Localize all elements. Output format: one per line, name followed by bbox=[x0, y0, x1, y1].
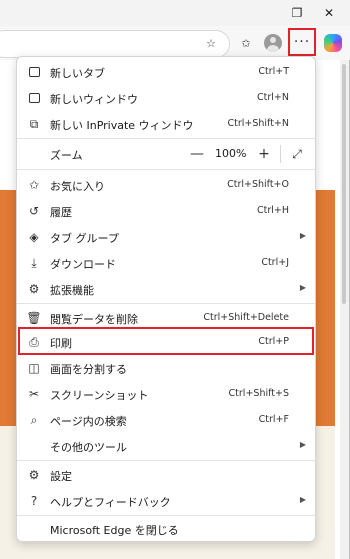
favorites-icon[interactable]: ✩ bbox=[233, 30, 259, 56]
menu-item-tab-groups[interactable]: ◈ タブ グループ ▶ bbox=[17, 224, 315, 250]
history-icon: ↺ bbox=[28, 204, 40, 218]
menu-item-shortcut: Ctrl+Shift+N bbox=[227, 118, 289, 129]
add-favorite-star-icon[interactable]: ☆ bbox=[198, 30, 224, 56]
menu-separator bbox=[17, 460, 315, 461]
menu-item-label: 閲覧データを削除 bbox=[50, 313, 138, 326]
menu-item-shortcut: Ctrl+J bbox=[261, 257, 289, 268]
gear-icon: ⚙ bbox=[28, 468, 40, 482]
menu-item-label: 履歴 bbox=[50, 206, 72, 219]
download-icon: ⤓ bbox=[31, 255, 37, 270]
scrollbar-thumb[interactable] bbox=[342, 64, 346, 304]
menu-item-zoom: ズーム — 100% + ⤢ bbox=[17, 141, 315, 167]
inprivate-icon: ⧉ bbox=[29, 116, 39, 131]
chevron-right-icon: ▶ bbox=[299, 231, 306, 240]
menu-item-find-on-page[interactable]: ⌕ ページ内の検索 Ctrl+F bbox=[17, 407, 315, 433]
menu-item-label: ページ内の検索 bbox=[50, 415, 127, 428]
menu-item-shortcut: Ctrl+F bbox=[258, 414, 289, 425]
menu-item-label: 新しい InPrivate ウィンドウ bbox=[50, 119, 194, 132]
menu-item-favorites[interactable]: ✩ お気に入り Ctrl+Shift+O bbox=[17, 172, 315, 198]
menu-item-label: ダウンロード bbox=[50, 258, 116, 271]
copilot-button[interactable] bbox=[320, 30, 346, 56]
menu-item-downloads[interactable]: ⤓ ダウンロード Ctrl+J bbox=[17, 250, 315, 276]
print-highlight-box bbox=[18, 327, 314, 355]
menu-item-label: その他のツール bbox=[50, 441, 127, 454]
tab-groups-icon: ◈ bbox=[29, 230, 39, 244]
chevron-right-icon: ▶ bbox=[299, 440, 306, 449]
menu-item-label: スクリーンショット bbox=[50, 389, 149, 402]
menu-item-split-screen[interactable]: ◫ 画面を分割する bbox=[17, 355, 315, 381]
chevron-right-icon: ▶ bbox=[299, 495, 306, 504]
menu-item-new-inprivate-window[interactable]: ⧉ 新しい InPrivate ウィンドウ Ctrl+Shift+N bbox=[17, 111, 315, 137]
menu-item-history[interactable]: ↺ 履歴 Ctrl+H bbox=[17, 198, 315, 224]
favorites-icon: ✩ bbox=[28, 178, 40, 192]
profile-button[interactable] bbox=[260, 30, 286, 56]
menu-item-shortcut: Ctrl+H bbox=[256, 205, 289, 216]
menu-item-extensions[interactable]: ⚙ 拡張機能 ▶ bbox=[17, 276, 315, 302]
copilot-icon bbox=[324, 34, 342, 52]
menu-item-help-feedback[interactable]: ? ヘルプとフィードバック ▶ bbox=[17, 488, 315, 514]
title-bar: ❐ ✕ bbox=[0, 0, 350, 26]
menu-item-screenshot[interactable]: ✂ スクリーンショット Ctrl+Shift+S bbox=[17, 381, 315, 407]
screenshot-icon: ✂ bbox=[28, 387, 40, 401]
split-screen-icon: ◫ bbox=[28, 361, 40, 375]
toolbar: ☆ ✩ ··· bbox=[0, 26, 350, 60]
menu-item-settings[interactable]: ⚙ 設定 bbox=[17, 462, 315, 488]
menu-item-close-edge[interactable]: Microsoft Edge を閉じる bbox=[17, 516, 315, 542]
menu-item-shortcut: Ctrl+Shift+Delete bbox=[203, 312, 289, 323]
menu-item-new-window[interactable]: 新しいウィンドウ Ctrl+N bbox=[17, 85, 315, 111]
new-tab-icon bbox=[25, 63, 43, 81]
menu-item-label: ズーム bbox=[50, 149, 83, 162]
settings-and-more-button[interactable]: ··· bbox=[288, 28, 316, 56]
menu-item-label: 拡張機能 bbox=[50, 284, 94, 297]
menu-item-label: お気に入り bbox=[50, 180, 105, 193]
zoom-divider bbox=[280, 145, 281, 163]
menu-separator bbox=[17, 169, 315, 170]
menu-item-label: 新しいタブ bbox=[50, 67, 105, 80]
menu-separator bbox=[17, 138, 315, 139]
trash-icon: 🗑 bbox=[26, 311, 42, 325]
settings-menu: 新しいタブ Ctrl+T 新しいウィンドウ Ctrl+N ⧉ 新しい InPri… bbox=[16, 56, 316, 542]
menu-item-label: 設定 bbox=[50, 470, 72, 483]
menu-separator bbox=[17, 303, 315, 304]
close-icon[interactable]: ✕ bbox=[314, 0, 344, 26]
menu-item-label: ヘルプとフィードバック bbox=[50, 496, 171, 509]
chevron-right-icon: ▶ bbox=[299, 283, 306, 292]
menu-item-shortcut: Ctrl+Shift+O bbox=[227, 179, 289, 190]
find-on-page-icon: ⌕ bbox=[30, 412, 38, 427]
address-bar[interactable] bbox=[0, 30, 230, 58]
help-icon: ? bbox=[30, 494, 38, 508]
fullscreen-icon[interactable]: ⤢ bbox=[287, 144, 307, 164]
avatar bbox=[264, 34, 282, 52]
menu-item-label: 新しいウィンドウ bbox=[50, 93, 138, 106]
menu-item-shortcut: Ctrl+Shift+S bbox=[228, 388, 289, 399]
menu-item-shortcut: Ctrl+N bbox=[257, 92, 289, 103]
zoom-value: 100% bbox=[215, 147, 247, 160]
zoom-out-button[interactable]: — bbox=[187, 144, 207, 164]
menu-item-label: タブ グループ bbox=[50, 232, 119, 245]
menu-item-new-tab[interactable]: 新しいタブ Ctrl+T bbox=[17, 59, 315, 85]
restore-icon[interactable]: ❐ bbox=[282, 0, 312, 26]
menu-item-label: Microsoft Edge を閉じる bbox=[50, 524, 179, 537]
menu-item-shortcut: Ctrl+T bbox=[258, 66, 289, 77]
extensions-icon: ⚙ bbox=[28, 282, 40, 296]
menu-item-more-tools[interactable]: その他のツール ▶ bbox=[17, 433, 315, 459]
new-window-icon bbox=[25, 89, 43, 107]
zoom-in-button[interactable]: + bbox=[254, 144, 274, 164]
menu-item-label: 画面を分割する bbox=[50, 363, 127, 376]
